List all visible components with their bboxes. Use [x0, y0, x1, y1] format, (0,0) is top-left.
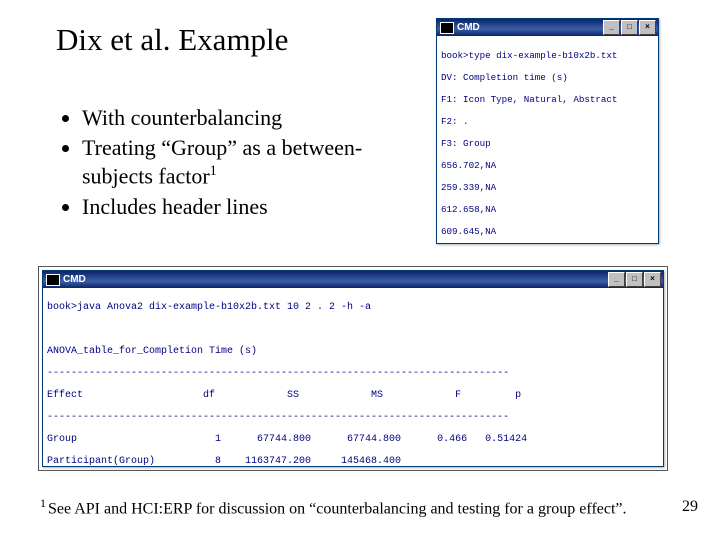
t2-cmd: book>java Anova2 dix-example-b10x2b.txt …: [47, 302, 659, 313]
window-buttons-large: _ □ ×: [608, 272, 661, 287]
minimize-button[interactable]: _: [603, 20, 620, 35]
footnote-marker: 1: [210, 163, 217, 179]
bullet-2-text: Treating “Group” as a between-subjects f…: [82, 135, 362, 188]
title-text-small: CMD: [457, 22, 480, 33]
page-number: 29: [682, 498, 698, 516]
t1-l8: 609.645,NA: [441, 226, 654, 237]
terminal-window-large: CMD _ □ × book>java Anova2 dix-example-b…: [42, 270, 664, 467]
bullet-2: Treating “Group” as a between-subjects f…: [82, 134, 420, 191]
titlebar-large: CMD _ □ ×: [43, 271, 663, 288]
t1-l6: 259.339,NA: [441, 182, 654, 193]
cmd-icon: [46, 274, 60, 286]
footnote: 1See API and HCI:ERP for discussion on “…: [40, 496, 627, 518]
slide: Dix et al. Example With counterbalancing…: [0, 0, 720, 540]
close-button[interactable]: ×: [639, 20, 656, 35]
t1-l1: DV: Completion time (s): [441, 72, 654, 83]
t2-dash1: ----------------------------------------…: [47, 368, 659, 379]
close-button[interactable]: ×: [644, 272, 661, 287]
bullet-1: With counterbalancing: [82, 104, 420, 132]
bullets-area: With counterbalancing Treating “Group” a…: [60, 104, 420, 223]
maximize-button[interactable]: □: [621, 20, 638, 35]
minimize-button[interactable]: _: [608, 272, 625, 287]
title-text-large: CMD: [63, 274, 86, 285]
terminal-window-small: CMD _ □ × book>type dix-example-b10x2b.t…: [436, 18, 659, 244]
titlebar-small: CMD _ □ ×: [437, 19, 658, 36]
t1-l3: F2: .: [441, 116, 654, 127]
t2-blank1: [47, 324, 659, 335]
t1-l5: 656.702,NA: [441, 160, 654, 171]
t2-r1: Participant(Group) 8 1163747.200 145468.…: [47, 456, 659, 466]
page-title: Dix et al. Example: [56, 22, 288, 58]
terminal-body-large: book>java Anova2 dix-example-b10x2b.txt …: [43, 288, 663, 466]
t2-title: ANOVA_table_for_Completion Time (s): [47, 346, 659, 357]
cmd-icon: [440, 22, 454, 34]
t1-l2: F1: Icon Type, Natural, Abstract: [441, 94, 654, 105]
t2-dash2: ----------------------------------------…: [47, 412, 659, 423]
bullets-list: With counterbalancing Treating “Group” a…: [60, 104, 420, 221]
terminal-body-small: book>type dix-example-b10x2b.txt DV: Com…: [437, 36, 658, 243]
maximize-button[interactable]: □: [626, 272, 643, 287]
t1-l4: F3: Group: [441, 138, 654, 149]
t2-header: Effect df SS MS F p: [47, 390, 659, 401]
footnote-number: 1: [40, 496, 46, 510]
bullet-3-text: Includes header lines: [82, 194, 268, 219]
t1-l0: book>type dix-example-b10x2b.txt: [441, 50, 654, 61]
titlebar-left-large: CMD: [46, 274, 86, 286]
bullet-3: Includes header lines: [82, 193, 420, 221]
footnote-text: See API and HCI:ERP for discussion on “c…: [48, 500, 627, 517]
bullet-1-text: With counterbalancing: [82, 105, 282, 130]
t1-l7: 612.658,NA: [441, 204, 654, 215]
window-buttons-small: _ □ ×: [603, 20, 656, 35]
t2-r0: Group 1 67744.800 67744.800 0.466 0.5142…: [47, 434, 659, 445]
titlebar-left: CMD: [440, 22, 480, 34]
